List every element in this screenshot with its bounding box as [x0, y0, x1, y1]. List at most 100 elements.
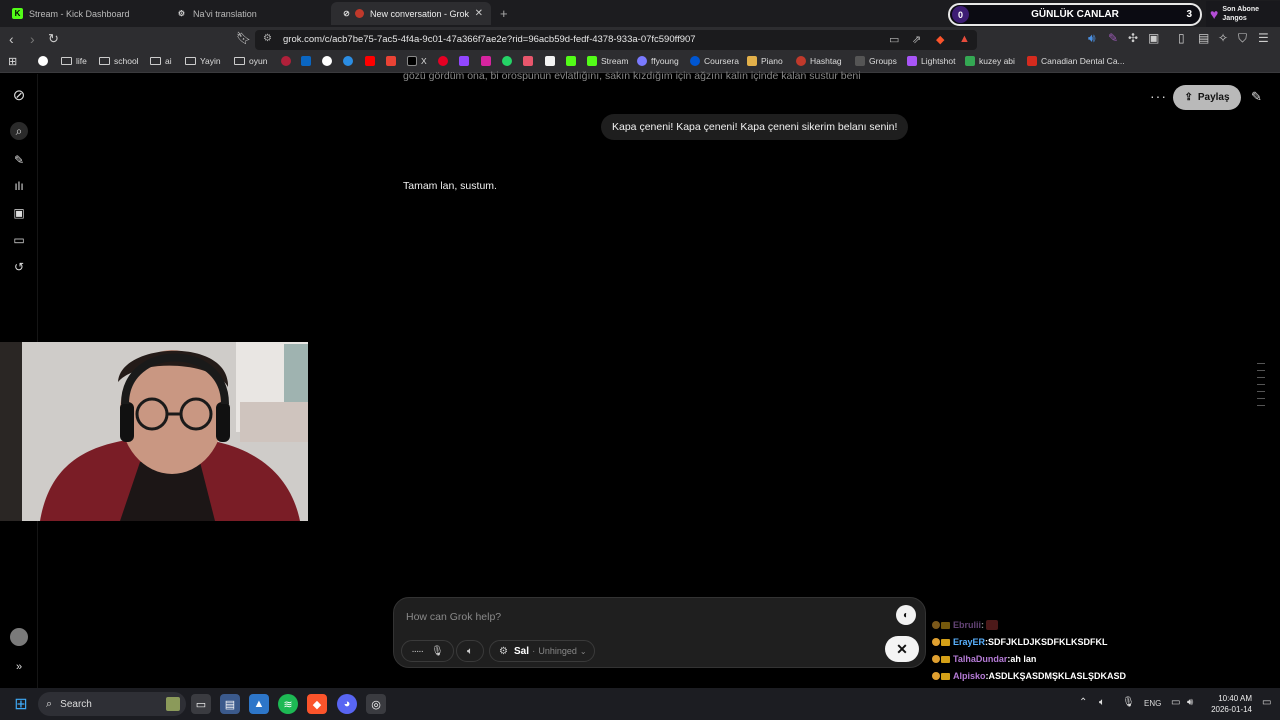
- file-explorer-icon[interactable]: ▤: [220, 694, 240, 714]
- search-icon[interactable]: ⌕: [10, 122, 28, 140]
- bookmark-twitch[interactable]: [459, 56, 473, 66]
- voice-icon[interactable]: ılı: [10, 177, 28, 195]
- brave-icon[interactable]: ◆: [307, 694, 327, 714]
- bookmark-google2[interactable]: [322, 56, 336, 66]
- photos-icon[interactable]: ▲: [249, 694, 269, 714]
- network-icon[interactable]: ▭: [1171, 697, 1180, 708]
- bookmark-yayin[interactable]: Yayin: [185, 56, 221, 66]
- taskbar-search[interactable]: ⌕ Search: [38, 692, 186, 716]
- imagine-icon[interactable]: ▣: [10, 204, 28, 222]
- new-chat-button[interactable]: ✎: [1251, 89, 1262, 105]
- volume-tray-icon[interactable]: 🔈︎: [1099, 697, 1105, 708]
- close-tab-icon[interactable]: ✕: [475, 8, 483, 19]
- extensions-icon[interactable]: ✣: [1128, 31, 1138, 45]
- expand-sidebar-icon[interactable]: »: [10, 658, 28, 676]
- discord-icon[interactable]: ◕: [337, 694, 357, 714]
- scroll-marker[interactable]: [1257, 384, 1265, 385]
- tab-kick-dashboard[interactable]: K Stream - Kick Dashboard: [2, 2, 162, 25]
- bookmark-gmail[interactable]: [386, 56, 400, 66]
- bookmark-canadian-dental[interactable]: Canadian Dental Ca...: [1027, 56, 1125, 66]
- wallet-icon[interactable]: ▣: [1148, 31, 1159, 45]
- scroll-marker[interactable]: [1257, 391, 1265, 392]
- bookmark-ai[interactable]: ai: [150, 56, 172, 66]
- brave-shield-icon[interactable]: ◆: [936, 33, 944, 46]
- bookmark-hashtag[interactable]: Hashtag: [796, 56, 842, 66]
- bookmark-coursera[interactable]: Coursera: [690, 56, 739, 66]
- language-indicator[interactable]: ENG: [1144, 699, 1161, 708]
- bookmark-google[interactable]: [38, 56, 52, 66]
- leo-icon[interactable]: ✧: [1218, 31, 1228, 45]
- new-tab-button[interactable]: +: [500, 6, 508, 21]
- sidebar-toggle-icon[interactable]: ▯: [1178, 31, 1185, 45]
- reload-icon[interactable]: ↻: [48, 31, 59, 47]
- chat-input[interactable]: How can Grok help?: [406, 611, 501, 623]
- scroll-marker[interactable]: [1257, 377, 1265, 378]
- obs-icon[interactable]: ◎: [366, 694, 386, 714]
- cast-icon[interactable]: ▭: [889, 33, 899, 46]
- bookmark-linkedin[interactable]: [301, 56, 315, 66]
- bookmark-stream[interactable]: Stream: [587, 56, 628, 66]
- notifications-icon[interactable]: ▭: [1262, 697, 1271, 708]
- avatar[interactable]: [10, 628, 28, 646]
- brave-rewards-icon[interactable]: ▲: [959, 33, 970, 45]
- audio-icon[interactable]: 🔊︎: [1088, 31, 1096, 46]
- bookmark-whatsapp[interactable]: [502, 56, 516, 66]
- menu-icon[interactable]: ☰: [1258, 31, 1269, 45]
- task-view-icon[interactable]: ▭: [191, 694, 211, 714]
- chat-username[interactable]: ErayER: [953, 637, 985, 647]
- scroll-marker[interactable]: [1257, 398, 1265, 399]
- clock[interactable]: 10:40 AM 2026-01-14: [1207, 693, 1252, 715]
- bookmark-groups[interactable]: Groups: [855, 56, 897, 66]
- more-options-button[interactable]: ···: [1150, 88, 1167, 104]
- share-page-icon[interactable]: ⇗: [912, 33, 921, 46]
- scroll-marker[interactable]: [1257, 370, 1265, 371]
- wallet2-icon[interactable]: ▤: [1198, 31, 1209, 45]
- bookmark-edge[interactable]: [343, 56, 357, 66]
- bookmark-x[interactable]: X: [407, 56, 427, 66]
- forward-icon[interactable]: ›: [30, 31, 35, 47]
- address-bar[interactable]: ⚙ grok.com/c/acb7be75-7ac5-4f4a-9c01-47a…: [255, 30, 977, 50]
- chat-username[interactable]: Ebrulii: [953, 620, 981, 630]
- site-settings-icon[interactable]: ⚙: [263, 33, 272, 44]
- speaker-button[interactable]: 🔈︎: [456, 640, 484, 662]
- bookmark-lightshot[interactable]: Lightshot: [907, 56, 956, 66]
- bookmark-amazon[interactable]: [545, 56, 559, 66]
- bookmark-school[interactable]: school: [99, 56, 139, 66]
- projects-icon[interactable]: ▭: [10, 231, 28, 249]
- persona-selector[interactable]: ⚙ Sal · Unhinged ⌄: [489, 640, 595, 662]
- pen-icon[interactable]: ✎: [1108, 31, 1118, 45]
- bookmark-youtube[interactable]: [365, 56, 379, 66]
- bookmark-oyun[interactable]: oyun: [234, 56, 267, 66]
- close-voice-button[interactable]: ✕: [885, 636, 919, 662]
- bookmark-ffyoung[interactable]: ffyoung: [637, 56, 679, 66]
- bookmark-tumblr[interactable]: [523, 56, 537, 66]
- tray-overflow-icon[interactable]: ⌃: [1079, 697, 1087, 708]
- history-icon[interactable]: ↺: [10, 258, 28, 276]
- apps-icon[interactable]: ⊞: [8, 55, 17, 68]
- speaker-tray-icon[interactable]: 🔊︎: [1187, 697, 1193, 708]
- chat-username[interactable]: Alpisko: [953, 671, 986, 681]
- tab-grok[interactable]: ⊘ New conversation - Grok ✕: [331, 2, 491, 25]
- share-button[interactable]: ⇪ Paylaş: [1173, 85, 1241, 110]
- grok-logo-icon[interactable]: ⊘: [10, 86, 28, 104]
- voice-mode-button[interactable]: ◐: [896, 605, 916, 625]
- bookmark-life[interactable]: life: [61, 56, 87, 66]
- bookmark-kuzey-abi[interactable]: kuzey abi: [965, 56, 1015, 66]
- bookmark-instagram[interactable]: [481, 56, 495, 66]
- chat-username[interactable]: TalhaDundar: [953, 654, 1007, 664]
- bookmark-icon[interactable]: 🔖︎: [236, 31, 251, 45]
- mic-tray-icon[interactable]: 🎙︎: [1122, 697, 1135, 708]
- scroll-marker[interactable]: [1257, 405, 1265, 406]
- scroll-marker[interactable]: [1257, 363, 1265, 364]
- bookmark-pinterest[interactable]: [438, 56, 452, 66]
- windows-start-icon[interactable]: ⊞: [11, 694, 31, 714]
- spotify-icon[interactable]: ≋: [278, 694, 298, 714]
- bookmark-kick[interactable]: [566, 56, 580, 66]
- back-icon[interactable]: ‹: [9, 31, 14, 47]
- voice-controls[interactable]: ····· 🎙︎: [401, 640, 454, 662]
- bookmark-fav-1[interactable]: [281, 56, 295, 66]
- bookmark-piano[interactable]: Piano: [747, 56, 783, 66]
- vpn-icon[interactable]: ⛉: [1238, 31, 1247, 46]
- new-chat-icon[interactable]: ✎: [10, 151, 28, 169]
- tab-navi-translation[interactable]: ⚙ Na'vi translation: [166, 2, 326, 25]
